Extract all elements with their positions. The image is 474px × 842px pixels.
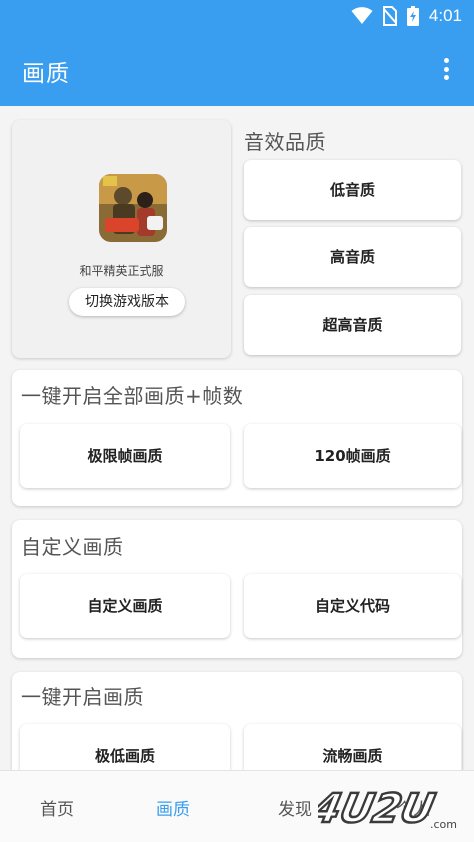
switch-version-button[interactable]: 切换游戏版本 <box>69 288 185 316</box>
nav-quality[interactable]: 画质 <box>156 795 190 820</box>
ultra-audio-button[interactable]: 超高音质 <box>244 295 461 355</box>
overflow-menu-icon[interactable] <box>434 54 458 84</box>
very-low-quality-button[interactable]: 极低画质 <box>20 724 230 770</box>
one-key-title: 一键开启画质 <box>21 685 144 709</box>
status-time: 4:01 <box>428 6 462 25</box>
custom-quality-title: 自定义画质 <box>21 535 124 559</box>
low-audio-button[interactable]: 低音质 <box>244 160 461 220</box>
nav-home[interactable]: 首页 <box>40 795 74 820</box>
battery-charging-icon <box>406 6 419 26</box>
status-bar: 4:01 <box>0 0 474 34</box>
custom-quality-button[interactable]: 自定义画质 <box>20 574 230 638</box>
page-title: 画质 <box>22 61 70 87</box>
audio-quality-title: 音效品质 <box>244 130 326 154</box>
app-bar: 画质 <box>0 34 474 106</box>
nav-discover[interactable]: 发现 <box>278 795 312 820</box>
game-card: 和平精英正式服 切换游戏版本 <box>12 120 231 358</box>
no-sim-icon <box>382 6 397 26</box>
one-key-all-title: 一键开启全部画质+帧数 <box>21 384 244 408</box>
wifi-icon <box>351 7 373 25</box>
extreme-fps-button[interactable]: 极限帧画质 <box>20 424 230 488</box>
game-icon <box>99 174 167 242</box>
fps-120-button[interactable]: 120帧画质 <box>244 424 461 488</box>
smooth-quality-button[interactable]: 流畅画质 <box>244 724 461 770</box>
game-name: 和平精英正式服 <box>79 264 164 278</box>
svg-text:.com: .com <box>430 818 457 831</box>
custom-code-button[interactable]: 自定义代码 <box>244 574 461 638</box>
main-content[interactable]: 和平精英正式服 切换游戏版本 音效品质 低音质 高音质 超高音质 一键开启全部画… <box>0 106 474 770</box>
svg-text:4U2U: 4U2U <box>318 784 439 831</box>
watermark-logo: 4U2U .com <box>306 776 474 838</box>
high-audio-button[interactable]: 高音质 <box>244 227 461 287</box>
